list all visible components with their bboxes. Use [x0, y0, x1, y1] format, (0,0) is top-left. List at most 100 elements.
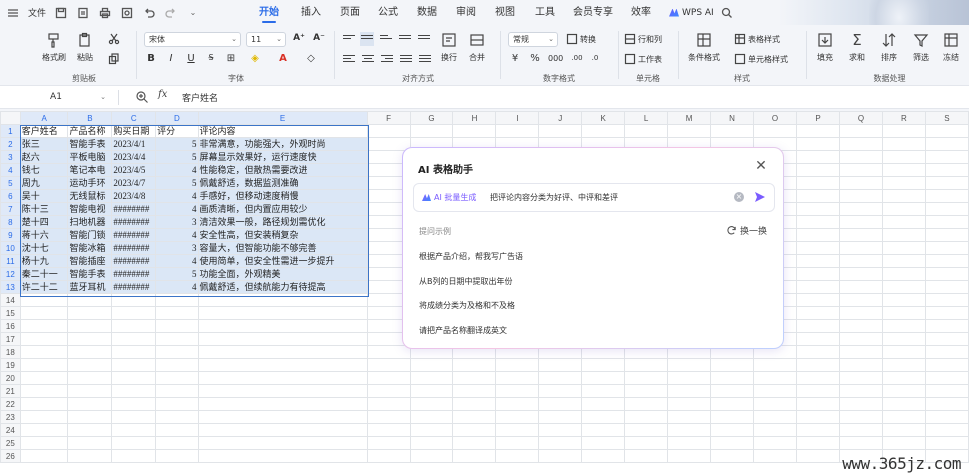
cell[interactable] — [197, 319, 368, 333]
cell[interactable] — [155, 449, 199, 463]
cell[interactable]: ######## — [111, 215, 157, 229]
cell[interactable] — [710, 358, 755, 372]
cell[interactable] — [881, 423, 926, 437]
cell[interactable]: ######## — [111, 241, 157, 255]
ai-batch-generate-badge[interactable]: AI 批量生成 — [422, 192, 476, 203]
cell[interactable]: ######## — [111, 254, 157, 268]
cell[interactable] — [881, 319, 926, 333]
example-prompt[interactable]: 根据产品介绍，帮我写广告语 — [419, 251, 523, 262]
undo-icon[interactable] — [142, 6, 156, 20]
cell[interactable] — [111, 332, 157, 346]
cell[interactable] — [197, 397, 368, 411]
cell[interactable] — [366, 384, 411, 398]
cell[interactable] — [881, 241, 926, 255]
cell[interactable] — [111, 293, 157, 307]
cell[interactable] — [924, 332, 969, 346]
cell[interactable]: 佩戴舒适，数据监测准确 — [197, 176, 368, 190]
cell[interactable] — [67, 423, 113, 437]
cell[interactable] — [624, 423, 669, 437]
cell[interactable] — [452, 371, 497, 385]
column-header[interactable]: L — [624, 111, 669, 125]
cell[interactable]: 无线鼠标 — [67, 189, 113, 203]
cell[interactable]: 蒋十六 — [19, 228, 69, 242]
cell[interactable]: 杨十九 — [19, 254, 69, 268]
cell[interactable]: 2023/4/7 — [111, 176, 157, 190]
cell[interactable] — [924, 410, 969, 424]
wrap-text-button[interactable]: 换行 — [440, 31, 458, 63]
wps-ai-tab[interactable]: WPS AI — [669, 8, 714, 18]
cell[interactable] — [838, 202, 883, 216]
cell[interactable] — [881, 228, 926, 242]
cell[interactable] — [495, 436, 540, 450]
clear-input-icon[interactable]: × — [734, 192, 744, 202]
cell[interactable] — [495, 449, 540, 463]
cell[interactable] — [197, 449, 368, 463]
underline-icon[interactable]: U — [184, 53, 198, 64]
cell[interactable]: 5 — [155, 176, 199, 190]
cell[interactable] — [19, 332, 69, 346]
cell[interactable] — [495, 397, 540, 411]
fill-button[interactable]: 填充 — [816, 31, 834, 63]
cell[interactable] — [409, 436, 454, 450]
tab-insert[interactable]: 插入 — [291, 0, 331, 25]
cell[interactable]: 4 — [155, 189, 199, 203]
cell[interactable] — [924, 345, 969, 359]
cell[interactable]: 评论内容 — [197, 124, 368, 138]
cell[interactable] — [881, 163, 926, 177]
cell[interactable] — [796, 410, 840, 424]
cell[interactable] — [796, 202, 840, 216]
cell[interactable] — [881, 280, 926, 294]
cell[interactable] — [155, 293, 199, 307]
cell[interactable] — [67, 384, 113, 398]
cell[interactable] — [838, 228, 883, 242]
cell[interactable] — [924, 163, 969, 177]
cell[interactable] — [881, 150, 926, 164]
cell[interactable] — [667, 397, 712, 411]
cell[interactable] — [667, 423, 712, 437]
align-left-icon[interactable] — [343, 55, 355, 65]
cell[interactable] — [111, 319, 157, 333]
cell[interactable] — [881, 124, 926, 138]
cell[interactable] — [710, 423, 755, 437]
cell[interactable] — [924, 241, 969, 255]
column-header[interactable]: E — [197, 111, 368, 125]
cell[interactable]: 手感好，但移动速度稍慢 — [197, 189, 368, 203]
cell[interactable]: 3 — [155, 241, 199, 255]
justify-icon[interactable] — [400, 55, 412, 65]
cell[interactable] — [796, 449, 840, 463]
cell[interactable] — [538, 384, 583, 398]
row-header[interactable]: 12 — [0, 267, 21, 281]
row-header[interactable]: 7 — [0, 202, 21, 216]
increase-decimal-icon[interactable]: .00 — [570, 54, 584, 62]
name-box[interactable]: A1 ⌄ — [6, 89, 106, 106]
cell[interactable] — [452, 397, 497, 411]
row-header[interactable]: 2 — [0, 137, 21, 151]
cell[interactable] — [19, 384, 69, 398]
cell[interactable]: 2023/4/1 — [111, 137, 157, 151]
cell[interactable] — [838, 423, 883, 437]
cell[interactable] — [924, 124, 969, 138]
cell[interactable]: ######## — [111, 202, 157, 216]
cell[interactable] — [881, 332, 926, 346]
cell[interactable] — [197, 306, 368, 320]
cell[interactable] — [667, 358, 712, 372]
cell[interactable]: 智能手表 — [67, 267, 113, 281]
cell[interactable] — [838, 371, 883, 385]
cell[interactable] — [538, 358, 583, 372]
cell[interactable] — [409, 358, 454, 372]
cell[interactable] — [538, 397, 583, 411]
row-header[interactable]: 17 — [0, 332, 21, 346]
cell[interactable] — [796, 371, 840, 385]
send-icon[interactable] — [754, 191, 766, 203]
cell[interactable] — [881, 410, 926, 424]
cell[interactable] — [924, 306, 969, 320]
cell[interactable]: 运动手环 — [67, 176, 113, 190]
cell[interactable] — [155, 332, 199, 346]
cell[interactable] — [366, 397, 411, 411]
cell[interactable] — [881, 358, 926, 372]
cell[interactable] — [581, 397, 626, 411]
conditional-format-button[interactable]: 条件格式 — [688, 31, 720, 63]
tab-home[interactable]: 开始 — [247, 0, 291, 25]
cell[interactable] — [19, 345, 69, 359]
cell[interactable]: 许二十二 — [19, 280, 69, 294]
